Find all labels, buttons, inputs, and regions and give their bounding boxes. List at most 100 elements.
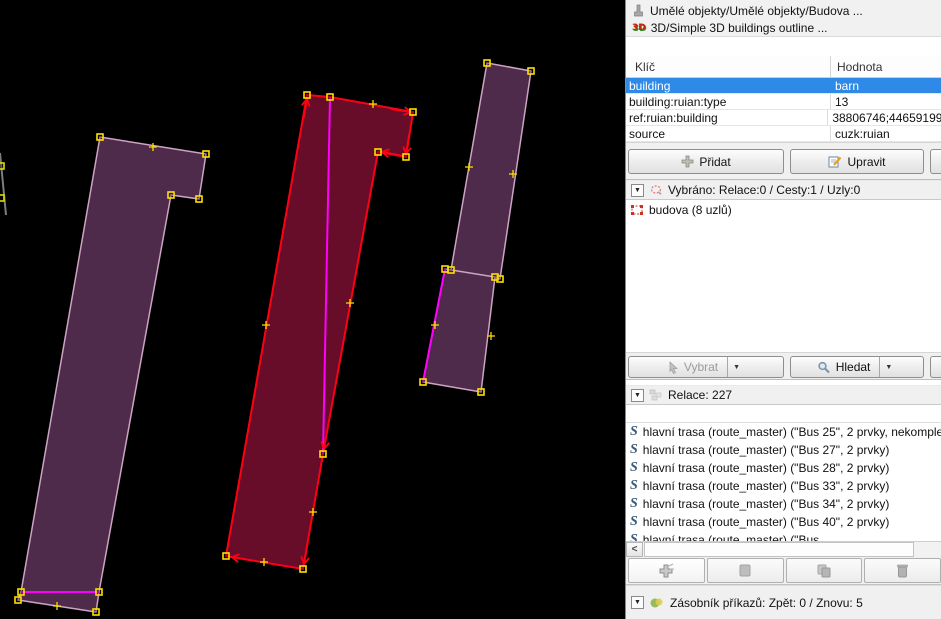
route-master-icon: S — [630, 443, 638, 457]
select-button-label: Vybrat — [684, 360, 718, 374]
edit-tag-button[interactable]: Upravit — [790, 149, 924, 174]
tag-value: 13 — [831, 95, 848, 109]
relation-label: hlavní trasa (route_master) ("Bus 34", 2… — [643, 497, 890, 511]
node-marker[interactable] — [300, 566, 306, 572]
collapse-selection-button[interactable]: ▼ — [631, 184, 644, 197]
scroll-track[interactable] — [643, 542, 941, 557]
node-marker[interactable] — [97, 134, 103, 140]
node-marker[interactable] — [492, 274, 498, 280]
map-svg[interactable] — [0, 0, 625, 619]
node-marker[interactable] — [528, 68, 534, 74]
relations-toolbar — [626, 557, 941, 585]
node-marker[interactable] — [0, 163, 4, 169]
node-marker[interactable] — [375, 149, 381, 155]
relation-icon — [649, 389, 663, 401]
node-marker[interactable] — [403, 154, 409, 160]
edit-relation-icon — [738, 563, 752, 578]
relation-label: hlavní trasa (route_master) ("Bus 33", 2… — [643, 479, 890, 493]
relation-row-partial[interactable]: Shlavní trasa (route_master) ("Bus — [626, 531, 941, 541]
delete-tag-button-cut[interactable] — [930, 149, 941, 174]
new-relation-button[interactable] — [628, 558, 705, 583]
add-tag-label: Přidat — [699, 155, 730, 169]
layer-item-budova[interactable]: Umělé objekty/Umělé objekty/Budova ... — [626, 2, 941, 19]
trash-icon — [896, 563, 909, 578]
relation-row[interactable]: Shlavní trasa (route_master) ("Bus 34", … — [626, 495, 941, 513]
node-marker[interactable] — [15, 597, 21, 603]
tag-column-value[interactable]: Hodnota — [831, 60, 882, 74]
tag-row[interactable]: building:ruian:type 13 — [626, 94, 941, 110]
way-icon — [630, 204, 644, 216]
duplicate-relation-button[interactable] — [786, 558, 863, 583]
tag-buttons: Přidat Upravit — [626, 142, 941, 180]
layer-label: 3D/Simple 3D buildings outline ... — [651, 21, 828, 35]
tag-column-key[interactable]: Klíč — [626, 56, 831, 77]
route-master-icon: S — [630, 461, 638, 475]
relation-row[interactable]: Shlavní trasa (route_master) ("Bus 28", … — [626, 459, 941, 477]
search-dropdown-arrow[interactable]: ▼ — [879, 357, 897, 377]
relations-hscrollbar[interactable]: < — [626, 541, 941, 557]
node-marker[interactable] — [0, 195, 4, 201]
tag-key: source — [626, 126, 831, 141]
tag-row[interactable]: building barn — [626, 78, 941, 94]
select-dropdown-arrow[interactable]: ▼ — [727, 357, 745, 377]
delete-relation-button[interactable] — [864, 558, 941, 583]
tag-value: 38806746;44659199 — [828, 111, 941, 125]
select-button[interactable]: Vybrat ▼ — [628, 356, 784, 378]
collapse-relations-button[interactable]: ▼ — [631, 389, 644, 402]
route-master-icon: S — [630, 497, 638, 511]
building-layer-icon — [632, 4, 645, 17]
search-button-label: Hledat — [836, 360, 871, 374]
node-marker[interactable] — [320, 451, 326, 457]
selection-icon — [649, 184, 663, 196]
tag-row[interactable]: source cuzk:ruian — [626, 126, 941, 142]
extra-button-cut[interactable] — [930, 356, 941, 378]
tag-value: barn — [831, 79, 859, 93]
relations-panel-header: ▼ Relace: 227 — [626, 385, 941, 405]
relation-row[interactable]: Shlavní trasa (route_master) ("Bus 25", … — [626, 423, 941, 441]
node-marker[interactable] — [203, 151, 209, 157]
node-marker[interactable] — [304, 92, 310, 98]
relation-row[interactable]: Shlavní trasa (route_master) ("Bus 27", … — [626, 441, 941, 459]
relations-filter[interactable] — [626, 405, 941, 423]
command-stack-header: ▼ Zásobník příkazů: Zpět: 0 / Znovu: 5 — [626, 585, 941, 619]
node-marker[interactable] — [93, 609, 99, 615]
route-master-icon: S — [630, 533, 638, 541]
relation-row[interactable]: Shlavní trasa (route_master) ("Bus 40", … — [626, 513, 941, 531]
side-panel: Umělé objekty/Umělé objekty/Budova ... 3… — [625, 0, 941, 619]
selection-list: budova (8 uzlů) — [626, 200, 941, 352]
selection-header-label: Vybráno: Relace:0 / Cesty:1 / Uzly:0 — [668, 183, 860, 197]
tag-row[interactable]: ref:ruian:building 38806746;44659199 — [626, 110, 941, 126]
josm-window: Umělé objekty/Umělé objekty/Budova ... 3… — [0, 0, 941, 619]
tag-value: cuzk:ruian — [831, 127, 890, 141]
node-marker[interactable] — [410, 109, 416, 115]
node-marker[interactable] — [478, 389, 484, 395]
layer-list-empty — [626, 37, 941, 56]
scroll-left-button[interactable]: < — [626, 542, 643, 557]
relations-header-label: Relace: 227 — [668, 388, 732, 402]
selection-item-label: budova (8 uzlů) — [649, 203, 732, 217]
tag-key: building:ruian:type — [626, 94, 831, 109]
command-stack-icon — [649, 596, 665, 610]
add-tag-button[interactable]: Přidat — [628, 149, 784, 174]
layer-item-3d[interactable]: 3D 3D/Simple 3D buildings outline ... — [626, 19, 941, 36]
tag-table: building barn building:ruian:type 13 ref… — [626, 78, 941, 142]
node-marker[interactable] — [18, 589, 24, 595]
plus-icon — [681, 155, 694, 168]
tag-key: ref:ruian:building — [626, 110, 828, 125]
node-marker[interactable] — [168, 192, 174, 198]
node-marker[interactable] — [96, 589, 102, 595]
collapse-command-stack-button[interactable]: ▼ — [631, 596, 644, 609]
search-button[interactable]: Hledat ▼ — [790, 356, 924, 378]
node-marker[interactable] — [223, 553, 229, 559]
node-marker[interactable] — [327, 94, 333, 100]
map-canvas[interactable] — [0, 0, 625, 619]
node-marker[interactable] — [196, 196, 202, 202]
scroll-thumb[interactable] — [644, 542, 914, 557]
selection-item[interactable]: budova (8 uzlů) — [626, 200, 941, 218]
edit-relation-button[interactable] — [707, 558, 784, 583]
node-marker[interactable] — [420, 379, 426, 385]
node-marker[interactable] — [442, 266, 448, 272]
node-marker[interactable] — [448, 267, 454, 273]
relation-row[interactable]: Shlavní trasa (route_master) ("Bus 33", … — [626, 477, 941, 495]
node-marker[interactable] — [484, 60, 490, 66]
